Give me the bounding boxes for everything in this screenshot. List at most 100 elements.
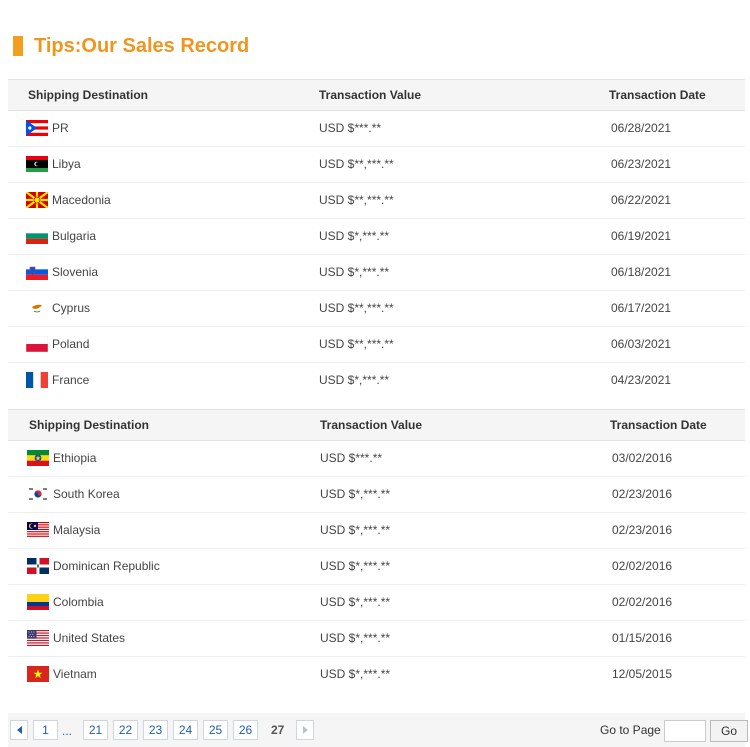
transaction-value: USD $***.** [320,451,383,465]
table-row: Poland USD $**,***.** 06/03/2021 [8,327,745,363]
transaction-value: USD $*,***.** [319,229,390,243]
header-date: Transaction Date [610,418,707,432]
south-korea-flag-icon [27,486,49,502]
transaction-date: 01/15/2016 [612,631,673,645]
table-row: Malaysia USD $*,***.** 02/23/2016 [8,513,745,549]
vietnam-flag-icon [27,666,49,682]
transaction-date: 03/02/2016 [612,451,673,465]
transaction-date: 04/23/2021 [611,373,672,387]
transaction-value: USD $*,***.** [320,667,391,681]
shipping-destination: Cyprus [26,300,90,316]
table-row: Colombia USD $*,***.** 02/02/2016 [8,585,745,621]
sales-table-1: Shipping Destination Transaction Value T… [8,79,745,399]
shipping-destination: Macedonia [25,191,111,209]
slovenia-flag-icon [26,264,48,280]
header-value: Transaction Value [319,88,422,102]
table-row: United States USD $*,***.** 01/15/2016 [8,621,745,657]
country-name: Vietnam [53,667,97,681]
current-page: 27 [271,723,285,737]
transaction-value: USD $*,***.** [320,559,391,573]
transaction-value: USD $*,***.** [320,487,391,501]
macedonia-flag-icon [25,191,49,209]
table-row: Dominican Republic USD $*,***.** 02/02/201… [8,549,745,585]
country-name: Malaysia [53,523,101,537]
country-name: South Korea [53,487,120,501]
country-name: Poland [52,337,90,351]
transaction-date: 06/23/2021 [611,157,672,171]
table-row: Libya USD $**,***.** 06/23/2021 [8,147,745,183]
page-26-button[interactable]: 26 [233,720,258,740]
header-destination: Shipping Destination [28,88,148,102]
transaction-date: 02/02/2016 [612,559,673,573]
table-header: Shipping Destination Transaction Value T… [8,409,745,441]
shipping-destination: United States [27,630,125,646]
shipping-destination: South Korea [27,486,120,502]
go-button[interactable]: Go [710,720,748,742]
country-name: Ethiopia [53,451,97,465]
transaction-value: USD $**,***.** [319,337,394,351]
title-marker [13,36,23,56]
transaction-value: USD $*,***.** [319,265,390,279]
table-row: Slovenia USD $*,***.** 06/18/2021 [8,255,745,291]
transaction-value: USD $*,***.** [319,373,390,387]
country-name: Colombia [53,595,104,609]
transaction-value: USD $**,***.** [319,193,394,207]
colombia-flag-icon [27,594,49,610]
next-page-button[interactable] [296,720,314,740]
country-name: Dominican Republic [53,559,160,573]
header-value: Transaction Value [320,418,423,432]
page-22-button[interactable]: 22 [113,720,138,740]
page-1-button[interactable]: 1 [33,720,58,740]
table-row: PR USD $***.** 06/28/2021 [8,111,745,147]
shipping-destination: Poland [25,335,90,353]
table-row: Bulgaria USD $*,***.** 06/19/2021 [8,219,745,255]
shipping-destination: Malaysia [27,522,100,538]
united-states-flag-icon [27,630,49,646]
page-25-button[interactable]: 25 [203,720,228,740]
country-name: PR [52,121,69,135]
page-24-button[interactable]: 24 [173,720,198,740]
table-header: Shipping Destination Transaction Value T… [8,79,745,111]
chevron-left-icon [16,726,22,734]
transaction-date: 02/23/2016 [612,487,673,501]
shipping-destination: Ethiopia [27,450,96,466]
transaction-value: USD $*,***.** [320,523,391,537]
shipping-destination: France [26,372,89,388]
cyprus-flag-icon [26,300,48,316]
country-name: Cyprus [52,301,91,315]
table-row: Cyprus USD $**,***.** 06/17/2021 [8,291,745,327]
transaction-value: USD $***.** [319,121,382,135]
ethiopia-flag-icon [27,450,49,466]
transaction-date: 06/03/2021 [611,337,672,351]
shipping-destination: Slovenia [26,264,98,280]
bulgaria-flag-icon [26,228,48,244]
page-title: Tips:Our Sales Record [34,34,250,57]
header-date: Transaction Date [609,88,706,102]
transaction-date: 06/18/2021 [611,265,672,279]
table-row: Vietnam USD $*,***.** 12/05/2015 [8,657,745,693]
country-name: Bulgaria [52,229,97,243]
table-row: Macedonia USD $**,***.** 06/22/2021 [8,183,745,219]
chevron-right-icon [302,726,308,734]
puerto-rico-flag-icon [26,120,48,136]
transaction-value: USD $*,***.** [320,631,391,645]
section-title: Tips:Our Sales Record [13,35,249,57]
transaction-value: USD $**,***.** [319,301,394,315]
table-row: Ethiopia USD $***.** 03/02/2016 [8,441,745,477]
goto-page-label: Go to Page [600,723,661,737]
pagination: 1 ... 21 22 23 24 25 26 27 Go to Page Go [8,713,748,747]
transaction-value: USD $*,***.** [320,595,391,609]
country-name: Libya [52,157,81,171]
transaction-value: USD $**,***.** [319,157,394,171]
page-23-button[interactable]: 23 [143,720,168,740]
header-destination: Shipping Destination [29,418,149,432]
country-name: Slovenia [52,265,99,279]
transaction-date: 06/28/2021 [611,121,672,135]
transaction-date: 06/17/2021 [611,301,672,315]
goto-page-input[interactable] [664,720,706,742]
shipping-destination: Libya [26,156,81,172]
page-21-button[interactable]: 21 [83,720,108,740]
prev-page-button[interactable] [10,720,28,740]
poland-flag-icon [25,335,49,353]
table-row: South Korea USD $*,***.** 02/23/2016 [8,477,745,513]
